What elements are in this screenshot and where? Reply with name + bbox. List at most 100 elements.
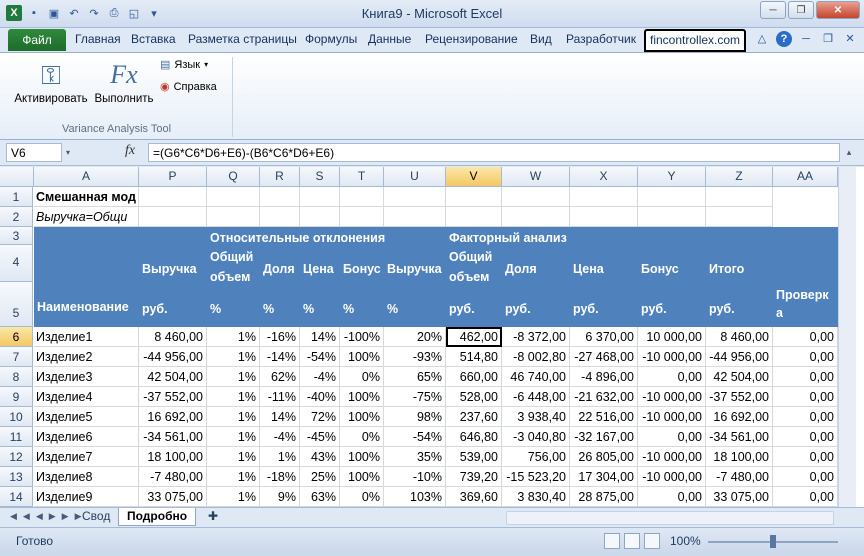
data-cell[interactable]: -4%	[260, 427, 300, 447]
data-cell[interactable]: 33 075,00	[139, 487, 207, 507]
data-cell[interactable]: -14%	[260, 347, 300, 367]
data-cell[interactable]: -44 956,00	[706, 347, 773, 367]
data-cell[interactable]: 0,00	[773, 487, 838, 507]
column-header-aa[interactable]: AA	[773, 167, 838, 187]
data-cell[interactable]: -54%	[300, 347, 340, 367]
data-cell[interactable]: 0,00	[773, 447, 838, 467]
data-cell[interactable]: 0,00	[638, 427, 706, 447]
data-cell[interactable]: -44 956,00	[139, 347, 207, 367]
data-cell[interactable]: 646,80	[446, 427, 502, 447]
data-cell[interactable]: -4 896,00	[570, 367, 638, 387]
page-layout-view-icon[interactable]	[624, 533, 640, 549]
column-header-x[interactable]: X	[570, 167, 638, 187]
data-cell[interactable]: -3 040,80	[502, 427, 570, 447]
data-cell[interactable]: 369,60	[446, 487, 502, 507]
empty-cell[interactable]	[502, 207, 570, 227]
minimize-ribbon-icon[interactable]: △	[754, 31, 770, 47]
execute-button[interactable]: Fx Выполнить	[92, 57, 156, 105]
data-cell[interactable]: -10 000,00	[638, 347, 706, 367]
tab-data[interactable]: Данные	[368, 32, 411, 46]
tab-view[interactable]: Вид	[530, 32, 552, 46]
empty-cell[interactable]	[207, 207, 260, 227]
insert-sheet-icon[interactable]: ✚	[200, 508, 226, 526]
row-label[interactable]: Изделие8	[34, 467, 139, 487]
data-cell[interactable]: -93%	[384, 347, 446, 367]
data-cell[interactable]: 539,00	[446, 447, 502, 467]
data-cell[interactable]: 62%	[260, 367, 300, 387]
tab-file[interactable]: Файл	[8, 29, 66, 51]
data-cell[interactable]: -15 523,20	[502, 467, 570, 487]
data-cell[interactable]: 65%	[384, 367, 446, 387]
doc-minimize-icon[interactable]: ─	[798, 31, 814, 47]
tab-review[interactable]: Рецензирование	[425, 32, 518, 46]
data-cell[interactable]: 1%	[207, 347, 260, 367]
data-cell[interactable]: 100%	[340, 467, 384, 487]
empty-cell[interactable]	[260, 187, 300, 207]
page-break-view-icon[interactable]	[644, 533, 660, 549]
tab-home[interactable]: Главная	[75, 32, 121, 46]
row-label[interactable]: Изделие5	[34, 407, 139, 427]
data-cell[interactable]: 72%	[300, 407, 340, 427]
data-cell[interactable]: 660,00	[446, 367, 502, 387]
column-header-s[interactable]: S	[300, 167, 340, 187]
data-cell[interactable]: 42 504,00	[706, 367, 773, 387]
row-label[interactable]: Изделие7	[34, 447, 139, 467]
data-cell[interactable]: -100%	[340, 327, 384, 347]
data-cell[interactable]: 0,00	[773, 387, 838, 407]
data-cell[interactable]: 0,00	[773, 467, 838, 487]
row-header-10[interactable]: 10	[0, 407, 33, 427]
normal-view-icon[interactable]	[604, 533, 620, 549]
data-cell[interactable]: 1%	[207, 487, 260, 507]
empty-cell[interactable]	[139, 187, 207, 207]
data-cell[interactable]: 100%	[340, 387, 384, 407]
name-box[interactable]: V6	[6, 143, 62, 162]
data-cell[interactable]: 43%	[300, 447, 340, 467]
empty-cell[interactable]	[340, 207, 384, 227]
data-cell[interactable]: 0%	[340, 487, 384, 507]
activate-button[interactable]: ⚿ Активировать	[12, 57, 90, 105]
data-cell[interactable]: 98%	[384, 407, 446, 427]
column-header-r[interactable]: R	[260, 167, 300, 187]
column-header-v[interactable]: V	[446, 167, 502, 187]
data-cell[interactable]: 14%	[300, 327, 340, 347]
tab-fincontrollex[interactable]: fincontrollex.com	[644, 29, 747, 52]
data-cell[interactable]: 16 692,00	[706, 407, 773, 427]
empty-cell[interactable]	[139, 207, 207, 227]
column-header-t[interactable]: T	[340, 167, 384, 187]
empty-cell[interactable]	[502, 187, 570, 207]
data-cell[interactable]: -10 000,00	[638, 447, 706, 467]
column-header-w[interactable]: W	[502, 167, 570, 187]
column-header-z[interactable]: Z	[706, 167, 773, 187]
data-cell[interactable]: 0,00	[773, 347, 838, 367]
data-cell[interactable]: 8 460,00	[139, 327, 207, 347]
insert-function-icon[interactable]: fx	[125, 143, 135, 159]
data-cell[interactable]: -8 372,00	[502, 327, 570, 347]
data-cell[interactable]: 1%	[207, 327, 260, 347]
data-cell[interactable]: -4%	[300, 367, 340, 387]
empty-cell[interactable]	[384, 187, 446, 207]
zoom-slider-knob[interactable]	[770, 535, 776, 548]
data-cell[interactable]: -10 000,00	[638, 467, 706, 487]
vertical-scrollbar[interactable]	[838, 167, 856, 507]
data-cell[interactable]: 1%	[207, 427, 260, 447]
row-header-9[interactable]: 9	[0, 387, 33, 407]
data-cell[interactable]: -21 632,00	[570, 387, 638, 407]
close-button[interactable]: ✕	[816, 1, 860, 19]
data-cell[interactable]: 739,20	[446, 467, 502, 487]
sheet-tab-svod[interactable]: Свод	[74, 508, 118, 526]
column-header-a[interactable]: A	[34, 167, 139, 187]
data-cell[interactable]: 35%	[384, 447, 446, 467]
row-header-6[interactable]: 6	[0, 327, 33, 347]
data-cell[interactable]: -6 448,00	[502, 387, 570, 407]
column-header-q[interactable]: Q	[207, 167, 260, 187]
data-cell[interactable]: -32 167,00	[570, 427, 638, 447]
data-cell[interactable]: -18%	[260, 467, 300, 487]
data-cell[interactable]: 514,80	[446, 347, 502, 367]
select-all[interactable]	[0, 167, 34, 187]
empty-cell[interactable]	[446, 187, 502, 207]
data-cell[interactable]: 0%	[340, 367, 384, 387]
data-cell[interactable]: 3 830,40	[502, 487, 570, 507]
row-header-5[interactable]: 5	[0, 282, 33, 327]
empty-cell[interactable]	[570, 207, 638, 227]
column-header-p[interactable]: P	[139, 167, 207, 187]
